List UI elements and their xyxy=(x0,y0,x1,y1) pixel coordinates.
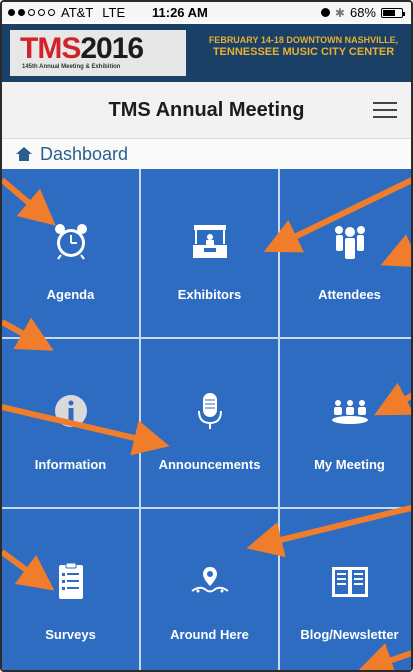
home-icon xyxy=(16,147,32,161)
phone-screen: AT&T LTE 11:26 AM ✱ 68% TMS2016 145th An… xyxy=(0,0,413,672)
logo-tms-text: TMS xyxy=(20,32,81,65)
tile-blog-newsletter[interactable]: Blog/Newsletter xyxy=(280,509,411,670)
network-type: LTE xyxy=(102,5,126,20)
clipboard-icon xyxy=(58,562,83,599)
status-right: ✱ 68% xyxy=(320,5,405,20)
tile-agenda[interactable]: Agenda xyxy=(2,169,139,337)
tile-announcements[interactable]: Announcements xyxy=(141,339,278,507)
tile-label: Attendees xyxy=(318,287,381,302)
tms-logo-panel: TMS2016 145th Annual Meeting & Exhibitio… xyxy=(10,30,186,76)
carrier-name: AT&T xyxy=(61,5,94,20)
breadcrumb-label: Dashboard xyxy=(40,143,129,164)
signal-dot-icon xyxy=(8,9,15,16)
battery-percent: 68% xyxy=(349,5,376,20)
page-title: TMS Annual Meeting xyxy=(108,99,305,121)
tile-exhibitors[interactable]: Exhibitors xyxy=(141,169,278,337)
menu-bar xyxy=(373,109,397,111)
status-time: 11:26 AM xyxy=(152,5,208,20)
breadcrumb[interactable]: Dashboard xyxy=(2,139,411,169)
tile-label: My Meeting xyxy=(314,457,385,472)
dashboard-grid: Agenda Exhibitors Attendees Information … xyxy=(2,169,411,670)
tile-label: Exhibitors xyxy=(177,287,242,302)
tile-my-meeting[interactable]: My Meeting xyxy=(280,339,411,507)
signal-dot-icon xyxy=(48,9,55,16)
status-bar: AT&T LTE 11:26 AM ✱ 68% xyxy=(2,2,411,22)
signal-dot-icon xyxy=(18,9,25,16)
info-icon xyxy=(54,395,87,427)
bluetooth-icon: ✱ xyxy=(334,5,345,20)
tile-attendees[interactable]: Attendees xyxy=(280,169,411,337)
do-not-disturb-icon xyxy=(320,8,330,17)
menu-bar xyxy=(373,116,397,118)
open-book-icon xyxy=(331,567,368,597)
signal-group: AT&T LTE xyxy=(8,5,125,20)
hamburger-icon[interactable] xyxy=(373,102,397,119)
booth-icon xyxy=(192,225,227,258)
microphone-icon xyxy=(197,393,222,429)
logo-year-text: 2016 xyxy=(80,32,144,65)
tile-label: Agenda xyxy=(46,287,95,302)
tile-label: Blog/Newsletter xyxy=(300,627,399,642)
app-header: TMS Annual Meeting xyxy=(2,82,411,139)
battery-fill xyxy=(383,9,396,16)
event-dates-panel: FEBRUARY 14-18 DOWNTOWN NASHVILLE, TENNE… xyxy=(196,35,411,58)
tile-label: Information xyxy=(34,457,107,472)
people-icon xyxy=(334,226,365,259)
event-venue: TENNESSEE MUSIC CITY CENTER xyxy=(212,45,395,58)
tms-logo: TMS2016 xyxy=(20,32,144,66)
signal-dot-icon xyxy=(38,9,45,16)
logo-subtitle: 145th Annual Meeting & Exhibition xyxy=(22,64,121,70)
battery-icon xyxy=(381,7,405,18)
map-pin-icon xyxy=(190,567,229,593)
tile-label: Announcements xyxy=(158,457,261,472)
event-banner: TMS2016 145th Annual Meeting & Exhibitio… xyxy=(2,24,411,82)
tile-label: Around Here xyxy=(170,627,249,642)
tile-around-here[interactable]: Around Here xyxy=(141,509,278,670)
alarm-clock-icon xyxy=(54,224,87,260)
tile-surveys[interactable]: Surveys xyxy=(2,509,139,670)
meeting-table-icon xyxy=(331,400,368,424)
signal-dot-icon xyxy=(28,9,35,16)
tile-label: Surveys xyxy=(45,627,96,642)
menu-bar xyxy=(373,102,397,104)
tile-information[interactable]: Information xyxy=(2,339,139,507)
event-dates: FEBRUARY 14-18 DOWNTOWN NASHVILLE, xyxy=(208,35,399,45)
